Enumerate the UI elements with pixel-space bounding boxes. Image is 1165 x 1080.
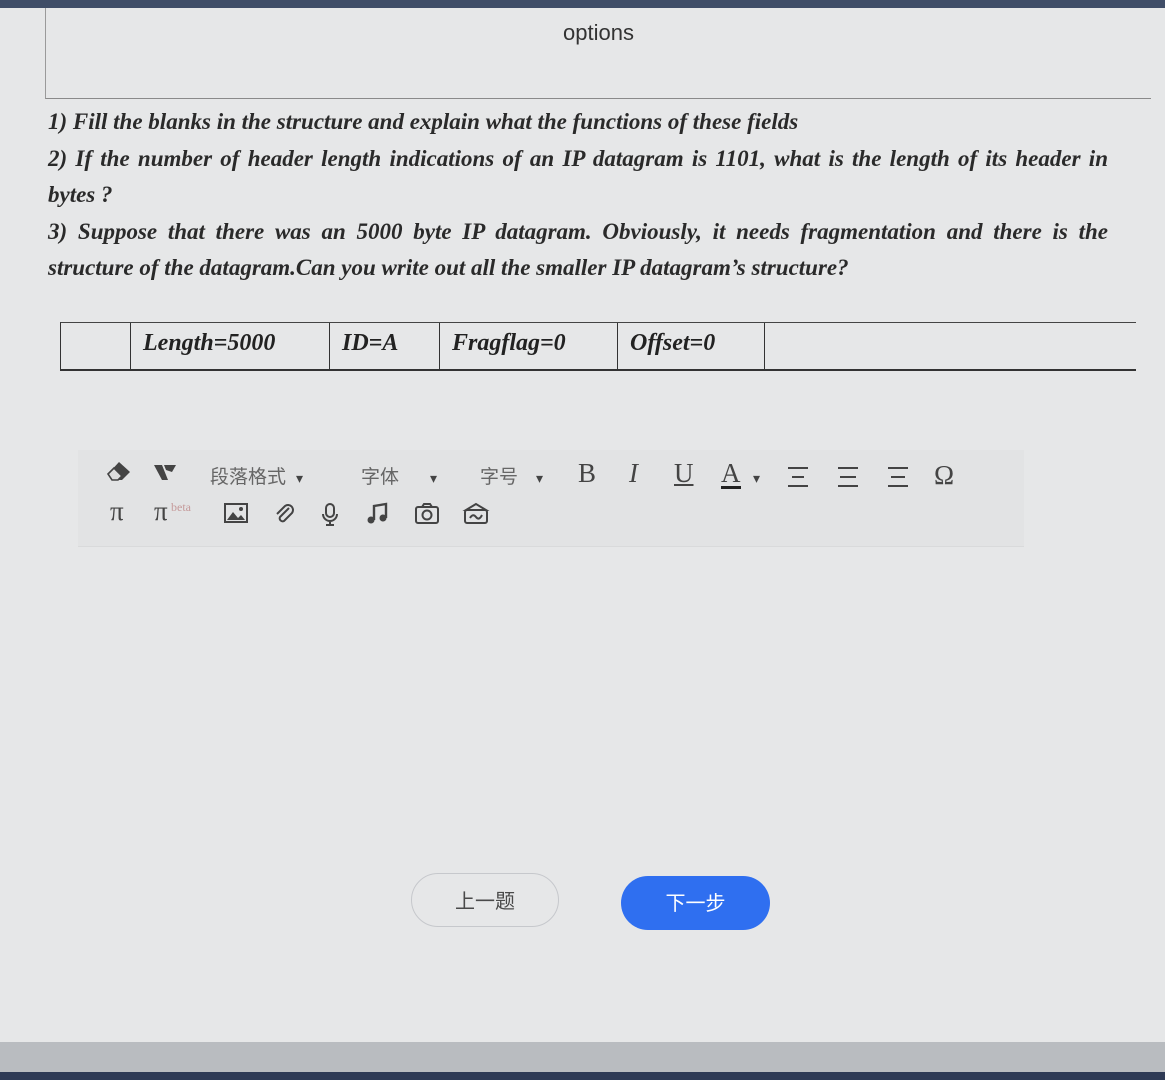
image-icon[interactable] bbox=[224, 502, 248, 530]
formula-pi-button[interactable]: π bbox=[110, 498, 124, 525]
format-painter-icon[interactable] bbox=[152, 462, 178, 490]
font-size-label[interactable]: 字号 bbox=[480, 464, 518, 490]
datagram-cell-fragflag: Fragflag=0 bbox=[440, 323, 618, 369]
next-step-button[interactable]: 下一步 bbox=[621, 876, 770, 930]
font-chevron-down-icon[interactable]: ▾ bbox=[430, 466, 437, 492]
datagram-structure-table: Length=5000 ID=A Fragflag=0 Offset=0 bbox=[60, 322, 1136, 371]
formula-pi-beta-button[interactable]: π bbox=[154, 498, 168, 525]
eraser-icon[interactable] bbox=[106, 460, 132, 490]
options-label: options bbox=[563, 20, 634, 45]
beta-badge: beta bbox=[171, 500, 191, 514]
font-size-chevron-down-icon[interactable]: ▾ bbox=[536, 466, 543, 492]
datagram-cell-blank bbox=[61, 323, 131, 369]
microphone-icon[interactable] bbox=[320, 502, 340, 534]
font-label[interactable]: 字体 bbox=[361, 464, 399, 490]
window-top-bar bbox=[0, 0, 1165, 8]
camera-icon[interactable] bbox=[414, 502, 440, 532]
bold-button[interactable]: B bbox=[578, 460, 596, 487]
underline-button[interactable]: U bbox=[674, 460, 694, 487]
question-1: 1) Fill the blanks in the structure and … bbox=[48, 109, 799, 134]
font-color-chevron-down-icon[interactable]: ▾ bbox=[753, 466, 760, 492]
question-3: 3) Suppose that there was an 5000 byte I… bbox=[48, 218, 1108, 281]
music-note-icon[interactable] bbox=[366, 502, 388, 532]
align-left-icon[interactable] bbox=[786, 466, 810, 494]
datagram-cell-offset: Offset=0 bbox=[618, 323, 765, 369]
align-right-icon[interactable] bbox=[886, 466, 910, 494]
paragraph-format-label[interactable]: 段落格式 bbox=[210, 464, 286, 490]
align-center-icon[interactable] bbox=[836, 466, 860, 494]
paragraph-format-chevron-down-icon[interactable]: ▾ bbox=[296, 466, 303, 492]
question-2: 2) If the number of header length indica… bbox=[48, 145, 1108, 208]
attachment-icon[interactable] bbox=[272, 502, 296, 532]
italic-button[interactable]: I bbox=[629, 460, 638, 487]
window-bottom-strip bbox=[0, 1072, 1165, 1080]
options-box: options bbox=[45, 8, 1151, 99]
datagram-cell-length: Length=5000 bbox=[131, 323, 330, 369]
whiteboard-icon[interactable] bbox=[462, 502, 490, 532]
datagram-cell-id: ID=A bbox=[330, 323, 440, 369]
datagram-cell-trailing bbox=[765, 323, 1135, 369]
previous-question-button[interactable]: 上一题 bbox=[411, 873, 559, 927]
question-text: 1) Fill the blanks in the structure and … bbox=[48, 104, 1108, 287]
font-color-button[interactable]: A bbox=[721, 460, 741, 489]
special-characters-button[interactable]: Ω bbox=[934, 462, 954, 489]
editor-toolbar: 段落格式 ▾ 字体 ▾ 字号 ▾ B I U A ▾ Ω π π beta bbox=[78, 450, 1024, 546]
